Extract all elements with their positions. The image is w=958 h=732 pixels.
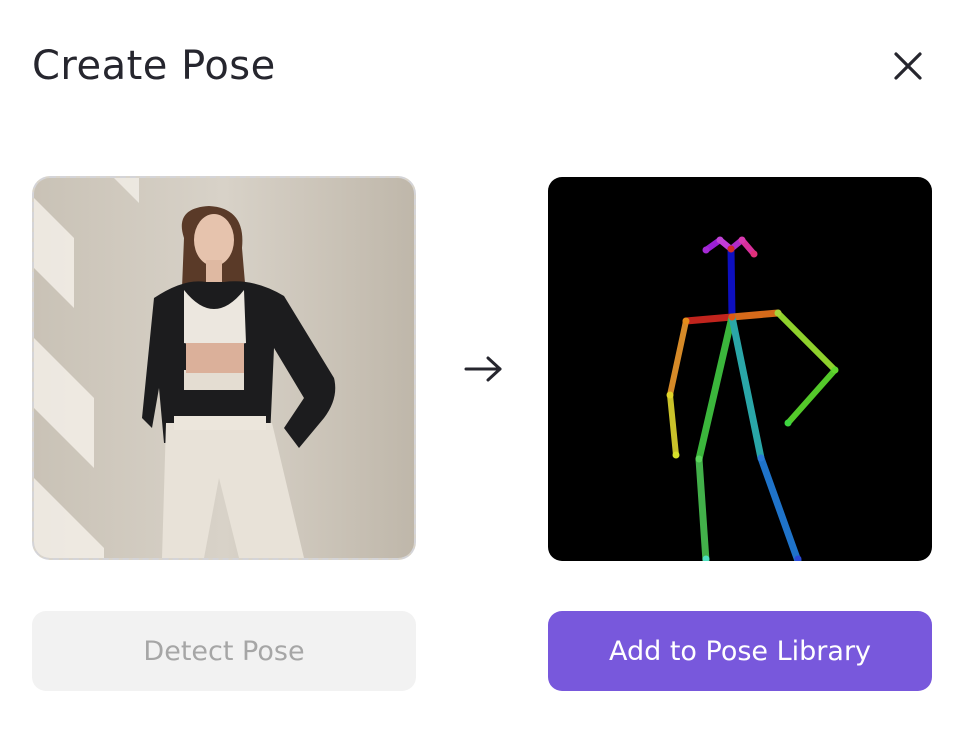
close-icon	[894, 52, 922, 80]
create-pose-dialog: Create Pose Detect Pose Add to Pose Libr…	[0, 0, 958, 732]
add-to-pose-library-label: Add to Pose Library	[608, 635, 872, 667]
detect-pose-label: Detect Pose	[143, 635, 305, 667]
arrow-right-icon	[462, 350, 506, 388]
pose-preview	[548, 177, 932, 561]
detect-pose-button[interactable]: Detect Pose	[32, 611, 416, 691]
openpose-skeleton	[666, 236, 839, 561]
source-photo	[34, 178, 414, 558]
close-button[interactable]	[886, 46, 930, 90]
dialog-title: Create Pose	[32, 43, 276, 89]
add-to-pose-library-button[interactable]: Add to Pose Library	[548, 611, 932, 691]
source-image-dropzone[interactable]	[32, 176, 416, 560]
